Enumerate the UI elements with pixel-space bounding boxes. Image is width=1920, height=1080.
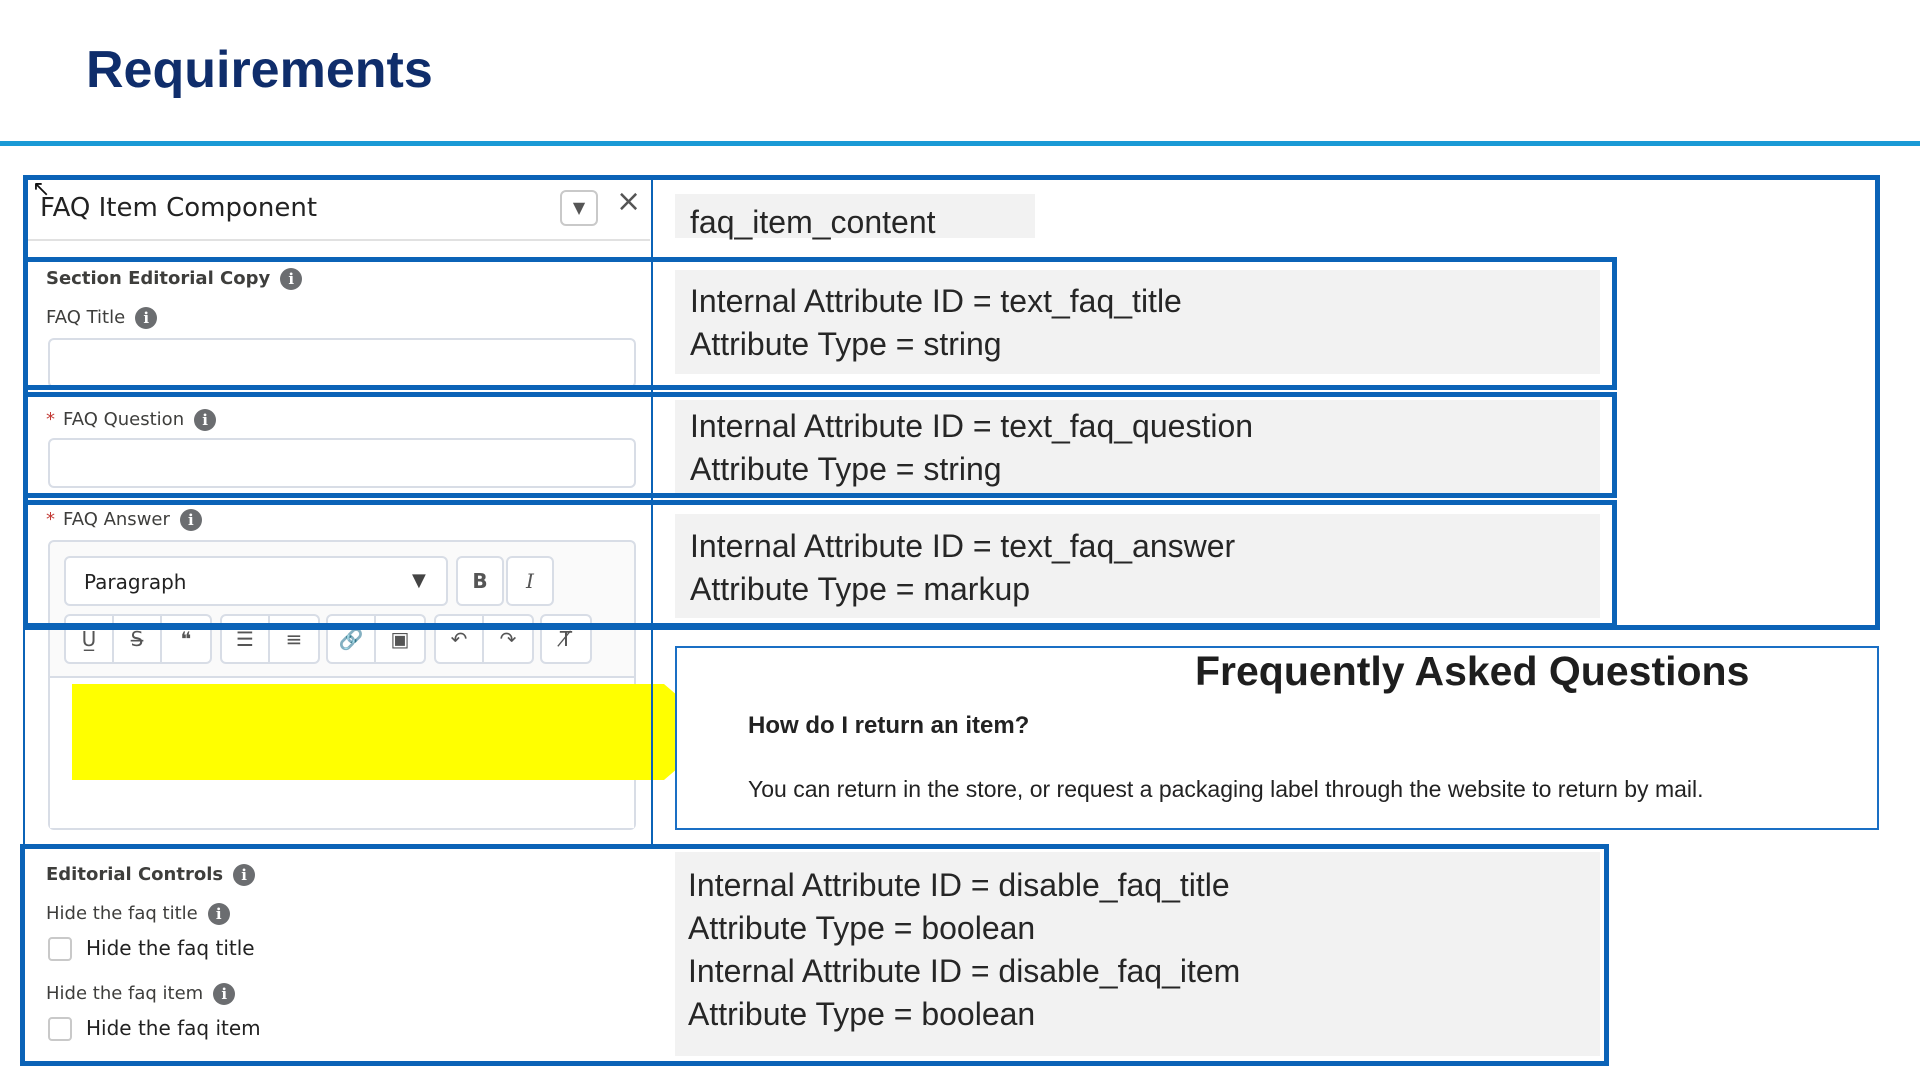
answer-outline-frame [23,500,1617,628]
faq-preview-answer: You can return in the store, or request … [748,776,1704,802]
panel-left-edge [23,630,25,844]
question-outline-frame [23,392,1617,498]
yellow-arrow-graphic [72,684,720,780]
title-outline-frame [23,257,1617,390]
faq-preview: Frequently Asked Questions How do I retu… [675,646,1879,830]
panel-divider [651,180,653,844]
title-divider [0,141,1920,146]
faq-preview-question: How do I return an item? [748,712,1030,739]
slide-title: Requirements [86,41,433,99]
editorial-controls-outline-frame [20,844,1609,1066]
faq-preview-heading: Frequently Asked Questions [1195,648,1750,694]
